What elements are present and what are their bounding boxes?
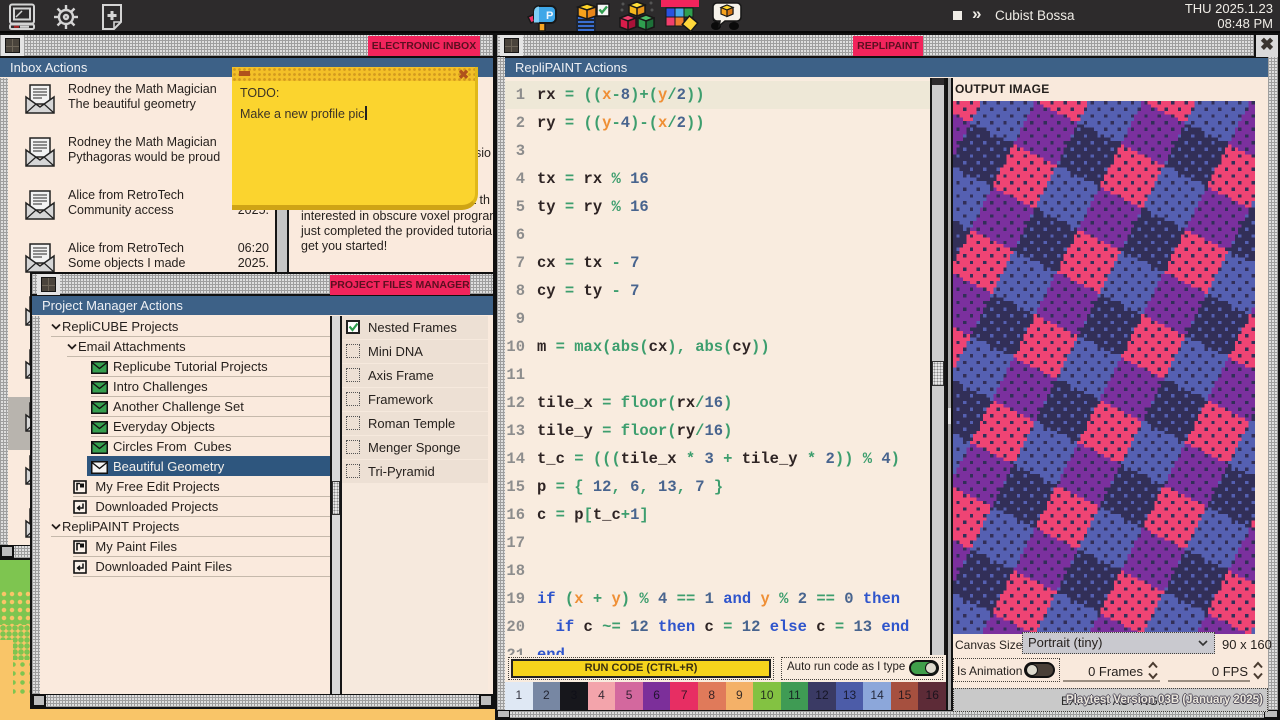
svg-text:P: P	[546, 10, 553, 22]
